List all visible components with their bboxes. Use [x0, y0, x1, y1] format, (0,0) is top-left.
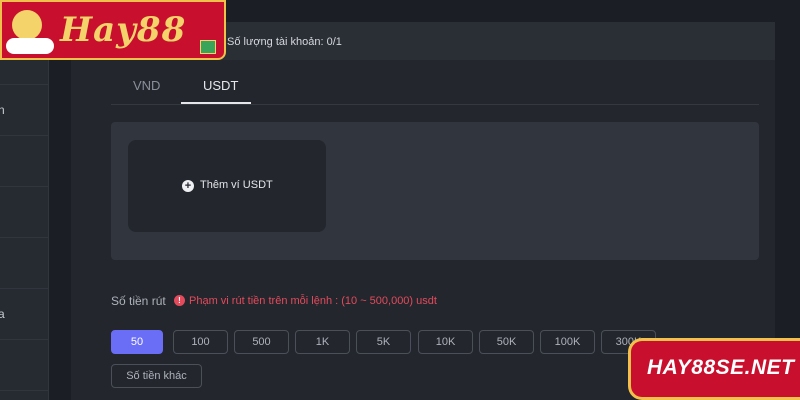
tab-usdt[interactable]: USDT — [203, 78, 238, 93]
tabs-divider — [111, 104, 759, 105]
amount-option-5k[interactable]: 5K — [356, 330, 411, 354]
amount-option-500[interactable]: 500 — [234, 330, 289, 354]
domain-text: HAY88SE.NET — [647, 356, 795, 379]
cloud-icon — [6, 38, 54, 54]
amount-option-100k[interactable]: 100K — [540, 330, 595, 354]
tab-vnd[interactable]: VND — [133, 78, 160, 93]
add-wallet-label: Thêm ví USDT — [200, 179, 273, 191]
gift-icon — [200, 40, 216, 54]
sidebar: n a — [0, 0, 49, 400]
content-gutter — [49, 0, 71, 400]
active-tab-indicator — [181, 102, 251, 104]
sidebar-item[interactable]: n — [0, 85, 48, 136]
plus-circle-icon: + — [182, 180, 194, 192]
account-count: Số lượng tài khoản: 0/1 — [227, 36, 342, 48]
sidebar-item[interactable]: a — [0, 289, 48, 340]
logo-text: Hay88 — [60, 10, 187, 50]
amount-option-50k[interactable]: 50K — [479, 330, 534, 354]
amount-option-10k[interactable]: 10K — [418, 330, 473, 354]
sidebar-item[interactable] — [0, 136, 48, 187]
amount-label: Số tiền rút — [111, 294, 166, 308]
domain-watermark: HAY88SE.NET — [628, 338, 800, 400]
other-amount-button[interactable]: Số tiền khác — [111, 364, 202, 388]
amount-option-1k[interactable]: 1K — [295, 330, 350, 354]
lantern-icon — [12, 10, 42, 40]
amount-option-100[interactable]: 100 — [173, 330, 228, 354]
sidebar-item[interactable] — [0, 238, 48, 289]
sidebar-item[interactable] — [0, 187, 48, 238]
amount-option-50[interactable]: 50 — [111, 330, 163, 354]
sidebar-item[interactable] — [0, 340, 48, 391]
info-icon: ! — [174, 295, 185, 306]
withdraw-range-notice: Phạm vi rút tiền trên mỗi lệnh : (10 ~ 5… — [189, 295, 437, 307]
add-wallet-button[interactable]: + Thêm ví USDT — [128, 140, 326, 232]
brand-logo[interactable]: Hay88 — [0, 0, 226, 60]
wallet-list: + Thêm ví USDT — [111, 122, 759, 260]
